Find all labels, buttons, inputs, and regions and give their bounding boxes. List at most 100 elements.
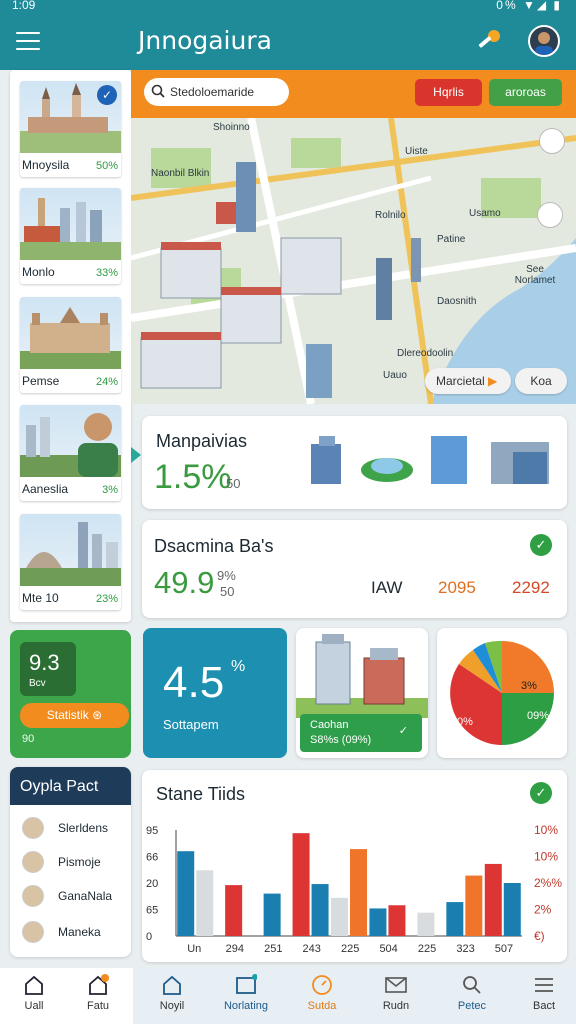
city-card[interactable]: ✓ Mnoysila 50% [20,81,121,177]
bar-chart-card: Stane Tiids ✓ 95 66 20 65 0 10% 10% 2%% 2% €) Un 29… [142,770,567,962]
nav-item-bact[interactable]: Bact [514,974,574,1020]
key-icon[interactable] [476,28,502,54]
y-right-tick-label: 10% [534,850,558,864]
y-right-tick-label: 10% [534,823,558,837]
map-pill-left-label: Marcietal [436,374,485,388]
x-tick-label: 294 [226,943,244,955]
city-list: ✓ Mnoysila 50% Monlo 33% Pemse 24% Aanes… [10,70,131,622]
search-icon [151,84,165,98]
y-right-tick-label: 2%% [534,876,562,890]
check-icon: ✓ [530,534,552,556]
card-col-3: 2292 [512,578,550,597]
building-caption[interactable]: Caohan S8%s (09%) ✓ [300,714,422,752]
city-name: Pemse [22,374,60,388]
map-pill-left[interactable]: Marcietal ▶ [425,368,511,394]
y-tick-label: 66 [146,852,158,864]
menu-icon[interactable] [16,32,40,50]
city-card[interactable]: Mte 10 23% [20,514,121,610]
map-settings-icon[interactable] [537,202,563,228]
stat-card-2: Dsacmina Ba's ✓ 49.9 9% 50 IAW 2095 2292 [142,520,567,618]
card-title: Manpaivias [156,431,248,451]
nav-item-sutda[interactable]: Sutda [292,974,352,1020]
y-tick-label: 0 [146,931,152,943]
nav-item-fatu[interactable]: Fatu [68,974,128,1020]
map-label: Uauo [383,370,407,381]
map-label: Usamo [469,208,501,219]
check-icon: ✓ [398,725,408,737]
nav-label: Noyil [159,1000,185,1012]
y-right-tick-label: €) [534,929,545,943]
map-control-button[interactable] [539,128,565,154]
city-map[interactable]: Shoinno Uiste Naonbil Blkin Usamo Rolnil… [131,118,576,404]
nav-item-petec[interactable]: Petec [442,974,502,1020]
clock-icon [312,975,332,995]
card-col-2: 2095 [438,578,476,597]
statistik-button[interactable]: Statistik ⊛ [20,703,129,728]
nav-label: Uall [24,1000,44,1012]
city-card[interactable]: Aaneslia 3% [20,405,121,501]
city-name: Aaneslia [22,482,69,496]
nav-label: Petec [457,1000,487,1012]
home-icon [25,975,43,995]
chart-bar [331,897,348,936]
city-image [20,297,121,369]
percent-value: 4.5 [163,658,225,707]
search-placeholder: Stedoloemaride [170,85,255,99]
map-label: Rolnilo [375,210,406,221]
nav-item-norlating[interactable]: Norlating [216,974,276,1020]
chart-bar [292,833,310,936]
chart-bar [369,908,387,936]
pie-label: 3% [521,680,537,692]
home-notification-icon [89,974,109,995]
map-red-button[interactable]: Hqrlis [415,79,482,106]
pie-label: 09% [527,710,550,722]
search-icon [463,976,481,994]
map-label: Shoinno [213,122,250,133]
card-value: 1.5% [154,458,232,496]
menu-icon [535,978,553,992]
stat-foot: 90 [22,733,35,745]
y-tick-label: 65 [146,905,158,917]
city-card[interactable]: Pemse 24% [20,297,121,393]
x-tick-label: 243 [303,943,321,955]
stat-number: 9.3 [29,650,60,675]
percent-sign: % [231,658,246,675]
nav-item-home[interactable]: Uall [4,974,64,1020]
map-green-button[interactable]: aroroas [489,79,562,106]
map-label: Uiste [405,146,428,157]
house-icon [163,975,181,995]
mail-icon [385,977,407,993]
card-subvalue: 50 [226,476,241,491]
app-header: Jnnogaiura [0,14,576,70]
selection-pointer [131,447,141,463]
user-avatar[interactable] [528,25,560,57]
map-label: Dlereodoolin [397,348,454,359]
status-icons: 0% ▼◢ ▮ [496,0,562,12]
y-tick-label: 95 [146,825,158,837]
city-card[interactable]: Monlo 33% [20,188,121,284]
x-tick-label: 504 [379,943,397,955]
percent-label: Sottapem [163,717,219,732]
nav-item-rudn[interactable]: Rudn [366,974,426,1020]
city-percent: 24% [95,376,118,388]
app-title: Jnnogaiura [138,26,272,55]
chart-bar [417,912,435,936]
pie-label: 0% [457,716,473,728]
city-image [20,405,121,477]
avatar [22,921,44,943]
building-icons [311,436,549,484]
map-label: Patine [437,234,466,245]
map-label: Daosnith [437,296,477,307]
chart-bar [465,875,483,936]
map-pill-right[interactable]: Koa [515,368,567,394]
chart-bar [446,902,464,936]
pie-chart [450,640,554,745]
percent-card[interactable]: 4.5 % Sottapem [143,628,287,758]
y-tick-label: 20 [146,878,158,890]
chart-bar [350,849,367,936]
card-col-1: IAW [371,578,403,597]
chart-bar [311,884,329,936]
map-label: See Norlamet [514,264,556,286]
nav-item-noyil[interactable]: Noyil [142,974,202,1020]
search-input[interactable]: Stedoloemaride [144,78,289,106]
